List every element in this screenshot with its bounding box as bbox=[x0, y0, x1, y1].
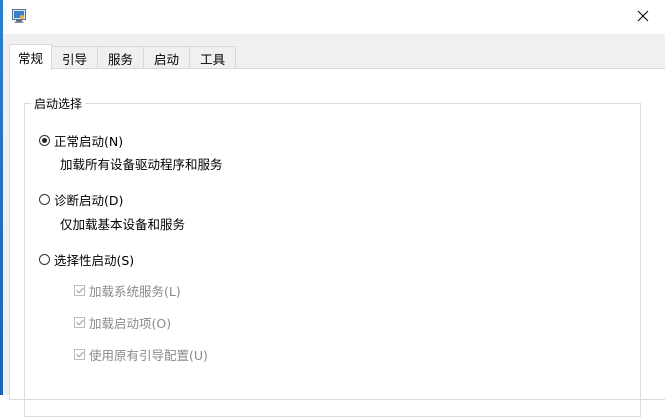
checkbox bbox=[74, 285, 85, 296]
dialog-body: 常规 引导 服务 启动 工具 启动选择 正常启动(N) 加载所有设备驱动程序和服… bbox=[3, 34, 665, 417]
diagnostic-startup-label: 诊断启动(D) bbox=[54, 193, 124, 208]
group-label: 启动选择 bbox=[34, 97, 83, 111]
radio-button[interactable] bbox=[39, 194, 50, 205]
normal-startup-radio[interactable]: 正常启动(N) bbox=[39, 131, 123, 150]
tab-services[interactable]: 服务 bbox=[98, 46, 145, 69]
normal-startup-label: 正常启动(N) bbox=[54, 134, 124, 149]
selective-startup-radio[interactable]: 选择性启动(S) bbox=[39, 250, 134, 269]
load-startup-items-checkbox: 加载启动项(O) bbox=[74, 313, 171, 332]
tab-strip: 常规 引导 服务 启动 工具 bbox=[9, 44, 237, 70]
load-system-services-label: 加载系统服务(L) bbox=[89, 284, 181, 299]
close-icon bbox=[637, 10, 649, 25]
tab-startup[interactable]: 启动 bbox=[144, 46, 191, 69]
load-startup-items-label: 加载启动项(O) bbox=[89, 316, 172, 331]
radio-button[interactable] bbox=[39, 254, 50, 265]
tab-boot[interactable]: 引导 bbox=[52, 46, 99, 69]
startup-selection-group: 启动选择 正常启动(N) 加载所有设备驱动程序和服务 诊断启动(D) 仅加载基本… bbox=[24, 95, 641, 417]
system-config-icon bbox=[11, 8, 27, 24]
radio-button[interactable] bbox=[39, 135, 50, 146]
checkbox bbox=[74, 317, 85, 328]
load-system-services-checkbox: 加载系统服务(L) bbox=[74, 281, 181, 300]
close-button[interactable] bbox=[621, 0, 665, 34]
normal-startup-description: 加载所有设备驱动程序和服务 bbox=[60, 157, 223, 172]
diagnostic-startup-description: 仅加载基本设备和服务 bbox=[60, 217, 186, 232]
general-tab-panel: 启动选择 正常启动(N) 加载所有设备驱动程序和服务 诊断启动(D) 仅加载基本… bbox=[9, 68, 665, 417]
checkbox bbox=[74, 349, 85, 360]
selective-startup-label: 选择性启动(S) bbox=[54, 253, 135, 268]
tab-tools[interactable]: 工具 bbox=[190, 46, 237, 69]
tab-general[interactable]: 常规 bbox=[9, 44, 53, 70]
use-original-boot-config-label: 使用原有引导配置(U) bbox=[89, 348, 208, 363]
use-original-boot-config-checkbox: 使用原有引导配置(U) bbox=[74, 345, 208, 364]
diagnostic-startup-radio[interactable]: 诊断启动(D) bbox=[39, 190, 123, 209]
title-bar bbox=[3, 0, 665, 34]
